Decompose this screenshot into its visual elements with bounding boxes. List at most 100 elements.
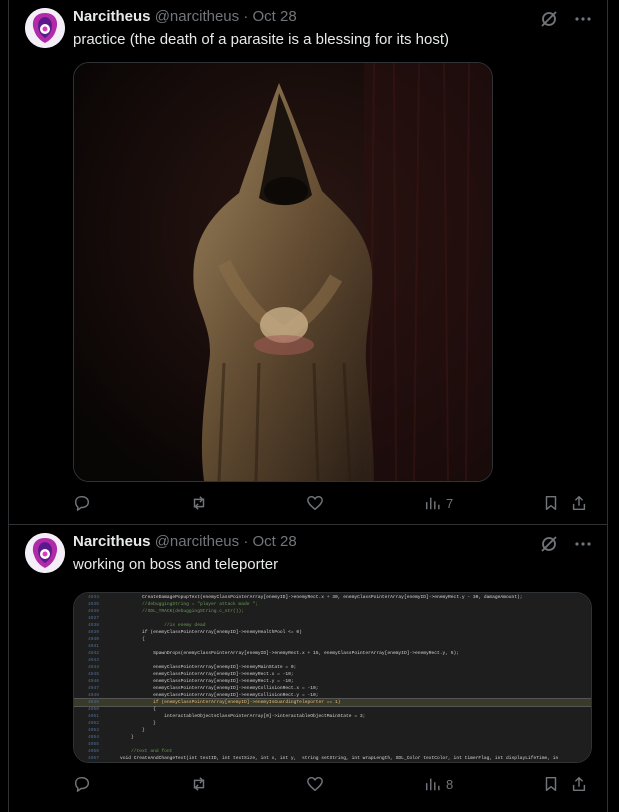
view-count: 7 xyxy=(446,495,454,511)
user-handle[interactable]: @narcitheus xyxy=(155,533,239,550)
code-editor-screenshot: 4934 CreateDamagePopupText(enemyClassPoi… xyxy=(74,593,591,762)
line-number: 4944 xyxy=(88,665,100,670)
bookmark-button[interactable] xyxy=(542,494,560,512)
tweet[interactable]: Narcitheus @narcitheus · Oct 28 working … xyxy=(8,525,608,812)
code-text: enemyClassPointerArray[enemyID]->enemyCo… xyxy=(120,686,319,691)
code-text: enemyClassPointerArray[enemyID]->enemyRe… xyxy=(120,679,294,684)
reply-button[interactable] xyxy=(73,775,91,793)
line-number: 4941 xyxy=(88,644,100,649)
line-number: 4935 xyxy=(88,602,100,607)
code-line: 4941 xyxy=(74,643,591,650)
retweet-button[interactable] xyxy=(190,494,208,512)
reply-button[interactable] xyxy=(73,494,91,512)
post-date[interactable]: Oct 28 xyxy=(252,8,296,25)
line-number: 4949 xyxy=(88,700,100,705)
code-line: 4936 //SDL_TRACK(debuggingString.c_str()… xyxy=(74,608,591,615)
share-button[interactable] xyxy=(570,494,588,512)
share-button[interactable] xyxy=(570,775,588,793)
line-number: 4957 xyxy=(88,756,100,761)
line-number: 4936 xyxy=(88,609,100,614)
code-line: 4937 xyxy=(74,615,591,622)
line-number: 4952 xyxy=(88,721,100,726)
tweet-text: working on boss and teleporter xyxy=(73,556,279,573)
tweet-header: Narcitheus @narcitheus · Oct 28 xyxy=(73,8,297,25)
code-line: 4952 } xyxy=(74,720,591,727)
code-line: 4944 enemyClassPointerArray[enemyID]->en… xyxy=(74,664,591,671)
code-text: //text and font xyxy=(120,749,173,754)
tweet-text: practice (the death of a parasite is a b… xyxy=(73,31,450,48)
line-number: 4953 xyxy=(88,728,100,733)
code-text: { xyxy=(120,637,145,642)
line-number: 4955 xyxy=(88,742,100,747)
view-count: 8 xyxy=(446,776,454,792)
grok-icon[interactable] xyxy=(539,9,559,29)
code-line: 4954 } xyxy=(74,734,591,741)
share-icon xyxy=(572,495,586,511)
more-options-icon[interactable] xyxy=(573,9,593,29)
line-number: 4947 xyxy=(88,686,100,691)
code-text: //SDL_TRACK(debuggingString.c_str()); xyxy=(120,609,245,614)
views-button[interactable]: 7 xyxy=(424,494,453,512)
avatar[interactable] xyxy=(25,533,65,573)
code-text: enemyClassPointerArray[enemyID]->enemyMa… xyxy=(120,665,297,670)
code-text: //is enemy dead xyxy=(120,623,206,628)
line-number: 4938 xyxy=(88,623,100,628)
like-button[interactable] xyxy=(306,775,324,793)
display-name[interactable]: Narcitheus xyxy=(73,8,151,25)
analytics-icon xyxy=(425,497,440,510)
line-number: 4946 xyxy=(88,679,100,684)
views-button[interactable]: 8 xyxy=(424,775,453,793)
retweet-icon xyxy=(193,496,205,510)
tweet-image[interactable]: 4934 CreateDamagePopupText(enemyClassPoi… xyxy=(73,592,592,763)
code-line: 4938 //is enemy dead xyxy=(74,622,591,629)
tweet-header: Narcitheus @narcitheus · Oct 28 xyxy=(73,533,297,550)
bookmark-icon xyxy=(545,776,557,792)
code-line: 4934 CreateDamagePopupText(enemyClassPoi… xyxy=(74,594,591,601)
share-icon xyxy=(572,776,586,792)
line-number: 4954 xyxy=(88,735,100,740)
code-text: } xyxy=(120,721,156,726)
code-text: //debuggingString = "player attack made … xyxy=(120,602,258,607)
code-text: } xyxy=(120,728,145,733)
display-name[interactable]: Narcitheus xyxy=(73,533,151,550)
more-options-icon[interactable] xyxy=(573,534,593,554)
line-number: 4937 xyxy=(88,616,100,621)
code-line: 4956 //text and font xyxy=(74,748,591,755)
post-date[interactable]: Oct 28 xyxy=(252,533,296,550)
code-line: 4940 { xyxy=(74,636,591,643)
bookmark-icon xyxy=(545,495,557,511)
line-number: 4939 xyxy=(88,630,100,635)
code-line: 4946 enemyClassPointerArray[enemyID]->en… xyxy=(74,678,591,685)
avatar-logo-icon xyxy=(25,533,65,573)
tweet[interactable]: Narcitheus @narcitheus · Oct 28 practice… xyxy=(8,0,608,525)
code-line: 4955 xyxy=(74,741,591,748)
line-number: 4948 xyxy=(88,693,100,698)
code-line: 4950 { xyxy=(74,706,591,713)
retweet-icon xyxy=(193,777,205,791)
line-number: 4951 xyxy=(88,714,100,719)
painting-image xyxy=(74,63,492,481)
line-number: 4942 xyxy=(88,651,100,656)
bookmark-button[interactable] xyxy=(542,775,560,793)
user-handle[interactable]: @narcitheus xyxy=(155,8,239,25)
code-text: interactableObjectsClassPointerArray[0]-… xyxy=(120,714,366,719)
like-button[interactable] xyxy=(306,494,324,512)
line-number: 4943 xyxy=(88,658,100,663)
retweet-button[interactable] xyxy=(190,775,208,793)
action-bar: 8 xyxy=(73,775,591,795)
code-line: 4935 //debuggingString = "player attack … xyxy=(74,601,591,608)
grok-icon[interactable] xyxy=(539,534,559,554)
heart-icon xyxy=(307,776,323,792)
line-number: 4945 xyxy=(88,672,100,677)
code-line: 4945 enemyClassPointerArray[enemyID]->en… xyxy=(74,671,591,678)
code-text: if (enemyClassPointerArray[enemyID]->ene… xyxy=(120,700,341,705)
line-number: 4940 xyxy=(88,637,100,642)
avatar-logo-icon xyxy=(25,8,65,48)
code-line: 4957 void CreateAndChangeText(int textID,… xyxy=(74,755,591,762)
analytics-icon xyxy=(425,778,440,791)
tweet-image[interactable] xyxy=(73,62,493,482)
code-line: 4939 if (enemyClassPointerArray[enemyID]… xyxy=(74,629,591,636)
code-text: enemyClassPointerArray[enemyID]->enemyRe… xyxy=(120,672,294,677)
line-number: 4950 xyxy=(88,707,100,712)
avatar[interactable] xyxy=(25,8,65,48)
